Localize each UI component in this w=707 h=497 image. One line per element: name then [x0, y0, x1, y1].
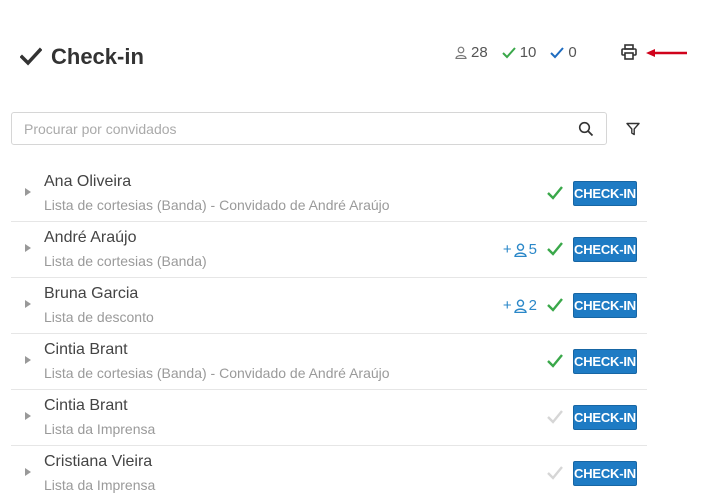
caret-right-icon[interactable] [25, 468, 31, 476]
search-icon[interactable] [578, 121, 594, 137]
caret-right-icon[interactable] [25, 300, 31, 308]
check-green-icon [547, 354, 563, 368]
guest-row[interactable]: Cristiana Vieira Lista da Imprensa CHECK… [11, 446, 647, 497]
guest-list-name: Lista da Imprensa [44, 421, 156, 437]
companions-value: 2 [528, 297, 537, 314]
check-green-icon [547, 298, 563, 312]
stat-checked-green-value: 10 [519, 44, 537, 61]
check-green-icon [547, 186, 563, 200]
person-icon [513, 298, 527, 313]
filter-icon[interactable] [626, 122, 640, 136]
stat-checked-blue-value: 0 [568, 44, 577, 61]
stat-checked-green: 10 [501, 44, 537, 61]
guest-row[interactable]: Cintia Brant Lista da Imprensa CHECK-IN [11, 390, 647, 446]
check-inactive-icon [547, 410, 563, 424]
check-green-icon [547, 242, 563, 256]
caret-right-icon[interactable] [25, 356, 31, 364]
guest-name: Cintia Brant [44, 397, 128, 414]
caret-right-icon[interactable] [25, 412, 31, 420]
guest-list-name: Lista de desconto [44, 309, 154, 325]
person-icon [513, 242, 527, 257]
checkin-button[interactable]: CHECK-IN [573, 461, 637, 486]
guest-name: Bruna Garcia [44, 285, 139, 302]
search-input[interactable] [12, 113, 578, 144]
checkin-button[interactable]: CHECK-IN [573, 349, 637, 374]
print-icon[interactable] [621, 44, 637, 60]
check-inactive-icon [547, 466, 563, 480]
page-title: Check-in [51, 44, 144, 69]
guest-row[interactable]: Ana Oliveira Lista de cortesias (Banda) … [11, 166, 647, 222]
annotation-arrow-icon [646, 49, 687, 57]
guest-name: Cristiana Vieira [44, 453, 153, 470]
guest-name: Ana Oliveira [44, 173, 132, 190]
checkin-button[interactable]: CHECK-IN [573, 237, 637, 262]
guest-row[interactable]: André Araújo Lista de cortesias (Banda) … [11, 222, 647, 278]
guest-list-name: Lista de cortesias (Banda) [44, 253, 207, 269]
person-icon [455, 46, 467, 59]
caret-right-icon[interactable] [25, 188, 31, 196]
check-green-icon [501, 46, 516, 58]
stat-checked-blue: 0 [550, 44, 577, 61]
guest-name: Cintia Brant [44, 341, 128, 358]
checkin-button[interactable]: CHECK-IN [573, 181, 637, 206]
companions-value: 5 [528, 241, 537, 258]
guest-list-name: Lista da Imprensa [44, 477, 156, 493]
checkin-button[interactable]: CHECK-IN [573, 405, 637, 430]
guest-list-name: Lista de cortesias (Banda) - Convidado d… [44, 197, 390, 213]
stat-total-value: 28 [471, 44, 488, 61]
companions-count[interactable]: +5 [503, 241, 537, 258]
check-blue-icon [550, 46, 565, 58]
page-header: Check-in [20, 44, 144, 70]
checkin-stats: 28 10 0 [455, 44, 591, 61]
guest-row[interactable]: Bruna Garcia Lista de desconto +2 CHECK-… [11, 278, 647, 334]
search-box [11, 112, 607, 145]
checkmark-icon [20, 47, 42, 66]
caret-right-icon[interactable] [25, 244, 31, 252]
guest-list: Ana Oliveira Lista de cortesias (Banda) … [11, 166, 647, 497]
guest-name: André Araújo [44, 229, 137, 246]
guest-list-name: Lista de cortesias (Banda) - Convidado d… [44, 365, 390, 381]
stat-total-guests: 28 [455, 44, 488, 61]
checkin-button[interactable]: CHECK-IN [573, 293, 637, 318]
companions-count[interactable]: +2 [503, 297, 537, 314]
guest-row[interactable]: Cintia Brant Lista de cortesias (Banda) … [11, 334, 647, 390]
